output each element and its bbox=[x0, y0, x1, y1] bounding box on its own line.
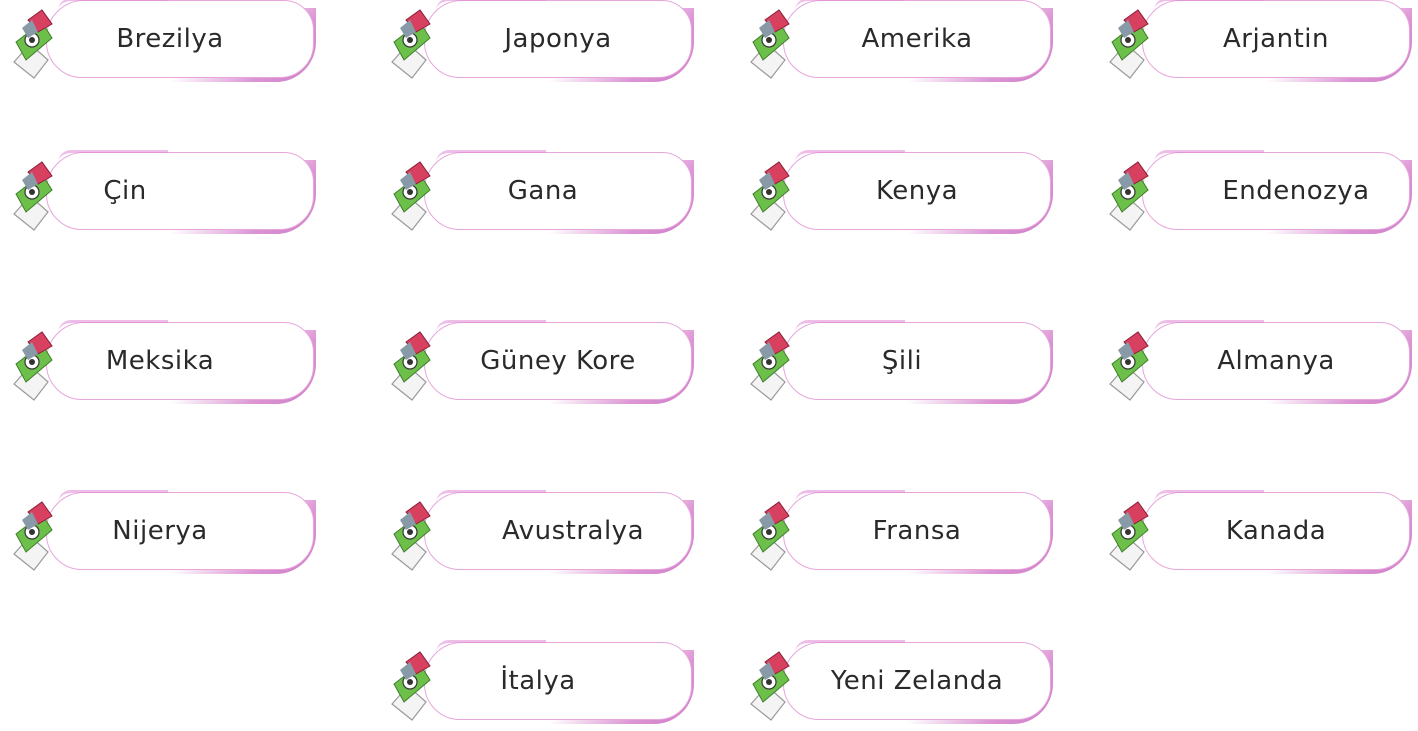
country-card[interactable]: Çin bbox=[8, 150, 316, 234]
card-pill: Almanya bbox=[1142, 322, 1410, 400]
pencil-mascot-icon bbox=[750, 651, 790, 721]
country-label: Şili bbox=[881, 346, 923, 376]
card-accent bbox=[436, 150, 546, 163]
pencil-mascot-icon bbox=[1109, 9, 1149, 79]
card-accent bbox=[436, 490, 546, 503]
card-pill: Çin bbox=[46, 152, 314, 230]
pencil-mascot-icon bbox=[1109, 331, 1149, 401]
card-pill: Gana bbox=[424, 152, 692, 230]
card-accent bbox=[1154, 320, 1264, 333]
pencil-mascot-icon bbox=[391, 501, 431, 571]
card-accent bbox=[1154, 0, 1264, 11]
card-accent bbox=[795, 640, 905, 653]
country-label: İtalya bbox=[500, 666, 576, 696]
country-label: Brezilya bbox=[116, 24, 224, 54]
pencil-mascot-icon bbox=[750, 161, 790, 231]
country-card[interactable]: Arjantin bbox=[1104, 0, 1412, 82]
card-accent bbox=[1154, 490, 1264, 503]
country-card[interactable]: Meksika bbox=[8, 320, 316, 404]
country-card[interactable]: Almanya bbox=[1104, 320, 1412, 404]
country-label: Almanya bbox=[1217, 346, 1335, 376]
pencil-mascot-icon bbox=[391, 331, 431, 401]
card-accent bbox=[436, 640, 546, 653]
pencil-mascot-icon bbox=[13, 331, 53, 401]
country-card[interactable]: Fransa bbox=[745, 490, 1053, 574]
card-pill: Kenya bbox=[783, 152, 1051, 230]
card-pill: Güney Kore bbox=[424, 322, 692, 400]
country-card[interactable]: Endenozya bbox=[1104, 150, 1412, 234]
pencil-mascot-icon bbox=[1109, 161, 1149, 231]
country-label: Amerika bbox=[861, 24, 973, 54]
card-pill: Japonya bbox=[424, 0, 692, 78]
country-label: Kanada bbox=[1225, 516, 1327, 546]
card-accent bbox=[58, 320, 168, 333]
card-pill: Fransa bbox=[783, 492, 1051, 570]
country-label: Japonya bbox=[504, 24, 612, 54]
country-card[interactable]: Nijerya bbox=[8, 490, 316, 574]
card-pill: İtalya bbox=[424, 642, 692, 720]
pencil-mascot-icon bbox=[750, 331, 790, 401]
card-pill: Nijerya bbox=[46, 492, 314, 570]
country-card[interactable]: Kanada bbox=[1104, 490, 1412, 574]
card-accent bbox=[795, 150, 905, 163]
country-card[interactable]: Şili bbox=[745, 320, 1053, 404]
country-label: Nijerya bbox=[112, 516, 208, 546]
country-label: Meksika bbox=[105, 346, 215, 376]
pencil-mascot-icon bbox=[391, 651, 431, 721]
pencil-mascot-icon bbox=[750, 501, 790, 571]
card-accent bbox=[436, 0, 546, 11]
card-pill: Arjantin bbox=[1142, 0, 1410, 78]
country-label: Fransa bbox=[872, 516, 962, 546]
country-card[interactable]: Avustralya bbox=[386, 490, 694, 574]
country-label: Gana bbox=[507, 176, 579, 206]
pencil-mascot-icon bbox=[750, 9, 790, 79]
card-pill: Yeni Zelanda bbox=[783, 642, 1051, 720]
country-label: Güney Kore bbox=[480, 346, 636, 376]
pencil-mascot-icon bbox=[13, 501, 53, 571]
country-card[interactable]: Kenya bbox=[745, 150, 1053, 234]
card-accent bbox=[436, 320, 546, 333]
card-accent bbox=[58, 150, 168, 163]
country-label: Arjantin bbox=[1222, 24, 1329, 54]
card-pill: Şili bbox=[783, 322, 1051, 400]
card-pill: Avustralya bbox=[424, 492, 692, 570]
pencil-mascot-icon bbox=[13, 161, 53, 231]
country-label: Avustralya bbox=[501, 516, 645, 546]
country-label: Endenozya bbox=[1222, 176, 1370, 206]
country-card[interactable]: Yeni Zelanda bbox=[745, 640, 1053, 724]
country-label: Kenya bbox=[875, 176, 959, 206]
pencil-mascot-icon bbox=[391, 161, 431, 231]
country-card[interactable]: Amerika bbox=[745, 0, 1053, 82]
card-pill: Brezilya bbox=[46, 0, 314, 78]
country-card[interactable]: Japonya bbox=[386, 0, 694, 82]
card-accent bbox=[795, 490, 905, 503]
card-pill: Endenozya bbox=[1142, 152, 1410, 230]
pencil-mascot-icon bbox=[1109, 501, 1149, 571]
card-accent bbox=[58, 490, 168, 503]
card-accent bbox=[795, 320, 905, 333]
pencil-mascot-icon bbox=[13, 9, 53, 79]
country-card[interactable]: Brezilya bbox=[8, 0, 316, 82]
country-label: Çin bbox=[103, 176, 147, 206]
card-pill: Meksika bbox=[46, 322, 314, 400]
country-card[interactable]: Gana bbox=[386, 150, 694, 234]
card-accent bbox=[795, 0, 905, 11]
country-card[interactable]: İtalya bbox=[386, 640, 694, 724]
card-pill: Kanada bbox=[1142, 492, 1410, 570]
pencil-mascot-icon bbox=[391, 9, 431, 79]
card-accent bbox=[1154, 150, 1264, 163]
country-card[interactable]: Güney Kore bbox=[386, 320, 694, 404]
card-pill: Amerika bbox=[783, 0, 1051, 78]
card-accent bbox=[58, 0, 168, 11]
country-label: Yeni Zelanda bbox=[830, 666, 1004, 696]
